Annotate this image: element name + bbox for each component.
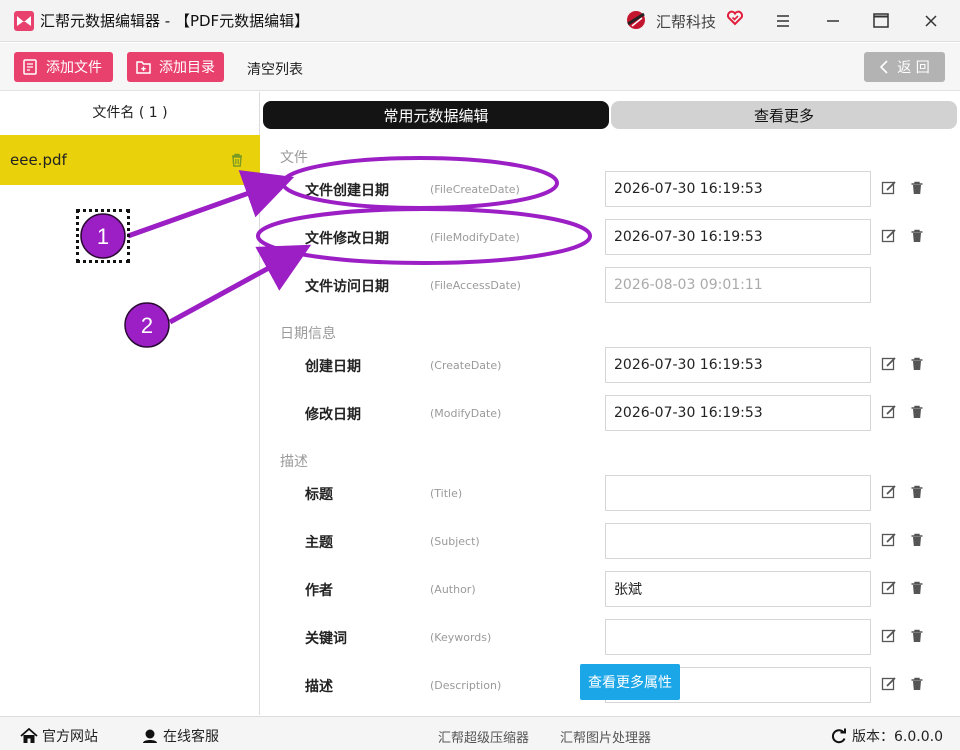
version-info: 版本：6.0.0.0 xyxy=(830,726,943,746)
field-key-file-access-date: (FileAccessDate) xyxy=(430,279,521,292)
field-key-file-modify-date: (FileModifyDate) xyxy=(430,231,520,244)
field-key-title: (Title) xyxy=(430,487,463,500)
trash-icon[interactable] xyxy=(909,676,925,692)
field-label-file-create-date: 文件创建日期 xyxy=(305,183,389,199)
trash-icon[interactable] xyxy=(909,356,925,372)
file-list-header: 文件名 ( 1 ) xyxy=(92,105,168,121)
field-label-description: 描述 xyxy=(305,679,333,695)
trash-icon[interactable] xyxy=(909,404,925,420)
view-more-attributes-button[interactable]: 查看更多属性 xyxy=(580,664,680,700)
field-key-create-date: (CreateDate) xyxy=(430,359,502,372)
file-access-date-input: 2026-08-03 09:01:11 xyxy=(605,267,871,303)
menu-icon[interactable] xyxy=(770,8,796,34)
edit-icon[interactable] xyxy=(881,532,897,548)
home-icon xyxy=(20,728,38,743)
create-date-input[interactable]: 2026-07-30 16:19:53 xyxy=(605,347,871,383)
trash-icon[interactable] xyxy=(909,484,925,500)
brand-logo-icon xyxy=(627,11,645,29)
refresh-icon xyxy=(831,728,846,744)
section-title-description: 描述 xyxy=(280,454,308,470)
add-file-label: 添加文件 xyxy=(46,60,102,76)
file-create-date-input[interactable]: 2026-07-30 16:19:53 xyxy=(605,171,871,207)
title-bar: 汇帮元数据编辑器 - 【PDF元数据编辑】 汇帮科技 xyxy=(0,0,960,42)
edit-icon[interactable] xyxy=(881,356,897,372)
status-bar: 官方网站 在线客服 汇帮超级压缩器 汇帮图片处理器 版本：6.0.0.0 xyxy=(0,716,960,750)
trash-icon[interactable] xyxy=(229,152,245,168)
online-support-link[interactable]: 在线客服 xyxy=(141,726,219,746)
toolbar: 添加文件 添加目录 清空列表 返 回 xyxy=(0,43,960,91)
back-label: 返 回 xyxy=(897,60,930,76)
field-label-title: 标题 xyxy=(305,487,333,503)
field-label-author: 作者 xyxy=(305,583,333,599)
tab-view-more[interactable]: 查看更多 xyxy=(611,101,957,129)
field-label-subject: 主题 xyxy=(305,535,333,551)
chevron-left-icon xyxy=(880,60,888,74)
add-directory-label: 添加目录 xyxy=(159,60,215,76)
edit-icon[interactable] xyxy=(881,228,897,244)
file-list-panel: 文件名 ( 1 ) eee.pdf xyxy=(0,92,260,715)
official-website-label: 官方网站 xyxy=(42,729,98,745)
file-list-item[interactable]: eee.pdf xyxy=(0,135,260,185)
edit-icon[interactable] xyxy=(881,484,897,500)
field-label-modify-date: 修改日期 xyxy=(305,407,361,423)
close-icon[interactable] xyxy=(918,8,944,34)
author-input[interactable]: 张斌 xyxy=(605,571,871,607)
modify-date-input[interactable]: 2026-07-30 16:19:53 xyxy=(605,395,871,431)
heart-icon[interactable] xyxy=(726,9,744,27)
title-input[interactable] xyxy=(605,475,871,511)
section-title-file: 文件 xyxy=(280,150,308,166)
section-title-date-info: 日期信息 xyxy=(280,326,336,342)
field-key-keywords: (Keywords) xyxy=(430,631,492,644)
tab-common-metadata[interactable]: 常用元数据编辑 xyxy=(263,101,609,129)
app-logo-icon xyxy=(14,11,34,31)
add-file-button[interactable]: 添加文件 xyxy=(14,52,113,82)
image-processor-link[interactable]: 汇帮图片处理器 xyxy=(560,727,651,746)
version-label: 版本：6.0.0.0 xyxy=(852,729,943,745)
add-directory-button[interactable]: 添加目录 xyxy=(127,52,224,82)
clear-list-button[interactable]: 清空列表 xyxy=(247,59,303,79)
back-button[interactable]: 返 回 xyxy=(864,52,945,82)
add-folder-icon xyxy=(136,61,151,74)
trash-icon[interactable] xyxy=(909,228,925,244)
trash-icon[interactable] xyxy=(909,580,925,596)
field-key-modify-date: (ModifyDate) xyxy=(430,407,502,420)
minimize-icon[interactable] xyxy=(820,8,846,34)
window-title: 汇帮元数据编辑器 - 【PDF元数据编辑】 xyxy=(40,12,310,30)
edit-icon[interactable] xyxy=(881,676,897,692)
trash-icon[interactable] xyxy=(909,532,925,548)
online-support-label: 在线客服 xyxy=(163,729,219,745)
trash-icon[interactable] xyxy=(909,180,925,196)
field-key-description: (Description) xyxy=(430,679,502,692)
field-key-subject: (Subject) xyxy=(430,535,480,548)
field-key-file-create-date: (FileCreateDate) xyxy=(430,183,520,196)
add-file-icon xyxy=(23,59,37,75)
trash-icon[interactable] xyxy=(909,628,925,644)
field-label-file-access-date: 文件访问日期 xyxy=(305,279,389,295)
edit-icon[interactable] xyxy=(881,404,897,420)
edit-icon[interactable] xyxy=(881,628,897,644)
compressor-link[interactable]: 汇帮超级压缩器 xyxy=(438,727,529,746)
support-agent-icon xyxy=(143,729,157,743)
field-label-file-modify-date: 文件修改日期 xyxy=(305,231,389,247)
annotation-dotted-box xyxy=(76,209,130,263)
maximize-icon[interactable] xyxy=(868,8,894,34)
field-label-keywords: 关键词 xyxy=(305,631,347,647)
subject-input[interactable] xyxy=(605,523,871,559)
keywords-input[interactable] xyxy=(605,619,871,655)
edit-icon[interactable] xyxy=(881,180,897,196)
file-modify-date-input[interactable]: 2026-07-30 16:19:53 xyxy=(605,219,871,255)
edit-icon[interactable] xyxy=(881,580,897,596)
field-key-author: (Author) xyxy=(430,583,476,596)
file-name: eee.pdf xyxy=(10,151,67,169)
brand-name: 汇帮科技 xyxy=(656,13,717,31)
official-website-link[interactable]: 官方网站 xyxy=(20,726,98,746)
field-label-create-date: 创建日期 xyxy=(305,359,361,375)
